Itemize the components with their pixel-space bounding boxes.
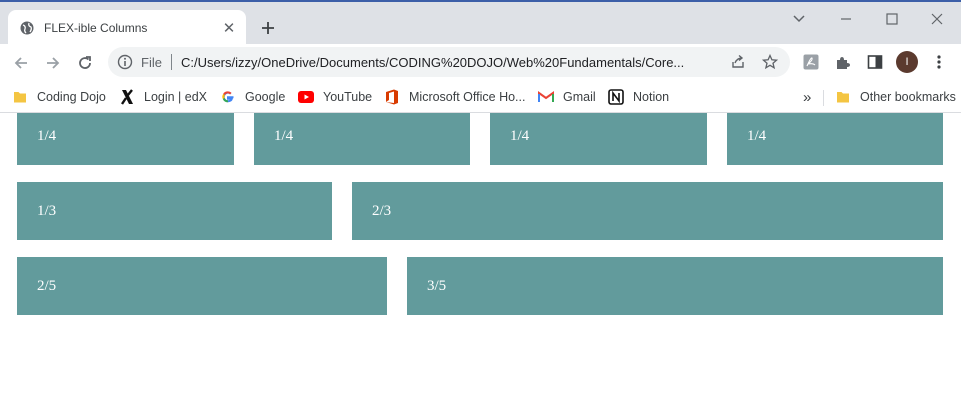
browser-toolbar: File C:/Users/izzy/OneDrive/Documents/CO…: [0, 44, 961, 81]
more-menu-icon[interactable]: [930, 53, 948, 71]
bookmark-microsoft-office[interactable]: Microsoft Office Ho...: [384, 87, 525, 107]
minimize-button[interactable]: [832, 8, 860, 30]
bookmark-label: Microsoft Office Ho...: [409, 90, 526, 104]
office-icon: [384, 89, 400, 105]
close-window-button[interactable]: [923, 8, 951, 30]
bookmark-login-edx[interactable]: Login | edX: [119, 87, 207, 107]
google-icon: [220, 89, 236, 105]
bookmark-coding-dojo[interactable]: Coding Dojo: [12, 87, 106, 107]
info-icon[interactable]: [117, 54, 133, 70]
tab-search-chevron-down-icon[interactable]: [785, 8, 813, 30]
share-icon[interactable]: [730, 54, 746, 70]
address-bar[interactable]: File C:/Users/izzy/OneDrive/Documents/CO…: [108, 47, 790, 77]
column-quarter: 1/4: [254, 113, 470, 165]
pdf-extension-icon[interactable]: [802, 53, 820, 71]
globe-icon: [20, 21, 34, 35]
bookmark-youtube[interactable]: YouTube: [298, 87, 372, 107]
extensions-puzzle-icon[interactable]: [834, 53, 852, 71]
gmail-icon: [538, 89, 554, 105]
bookmark-label: Google: [245, 90, 286, 104]
url-text[interactable]: C:/Users/izzy/OneDrive/Documents/CODING%…: [181, 55, 715, 70]
edx-icon: [119, 89, 135, 105]
tab-title: FLEX-ible Columns: [44, 21, 148, 35]
bookmarks-divider: [823, 90, 824, 106]
address-divider: [170, 54, 172, 70]
bookmark-star-icon[interactable]: [762, 54, 778, 70]
reload-button[interactable]: [73, 51, 97, 75]
profile-avatar[interactable]: I: [896, 51, 918, 73]
bookmark-label: Coding Dojo: [37, 90, 106, 104]
forward-button[interactable]: [41, 51, 65, 75]
column-three-fifths: 3/5: [407, 257, 943, 315]
bookmarks-overflow-button[interactable]: »: [803, 87, 811, 107]
bookmark-gmail[interactable]: Gmail: [538, 87, 596, 107]
bookmark-label: Other bookmarks: [860, 90, 956, 104]
column-quarter: 1/4: [17, 113, 234, 165]
bookmark-other-bookmarks[interactable]: Other bookmarks: [835, 87, 956, 107]
close-tab-icon[interactable]: ✕: [220, 19, 238, 37]
browser-tab[interactable]: FLEX-ible Columns ✕: [8, 10, 246, 46]
back-button[interactable]: [9, 51, 33, 75]
side-panel-icon[interactable]: [866, 53, 884, 71]
tab-strip: FLEX-ible Columns ✕: [0, 0, 961, 46]
page-content: 1/4 1/4 1/4 1/4 1/3 2/3 2/5 3/5: [0, 113, 961, 420]
folder-icon: [835, 89, 851, 105]
youtube-icon: [298, 89, 314, 105]
column-quarter: 1/4: [490, 113, 707, 165]
url-scheme-label: File: [141, 54, 162, 70]
bookmark-label: YouTube: [323, 90, 373, 104]
folder-icon: [12, 89, 28, 105]
column-two-fifths: 2/5: [17, 257, 387, 315]
column-one-third: 1/3: [17, 182, 332, 240]
maximize-button[interactable]: [878, 8, 906, 30]
column-quarter: 1/4: [727, 113, 943, 165]
bookmark-label: Login | edX: [144, 90, 208, 104]
bookmark-label: Gmail: [563, 90, 596, 104]
bookmarks-bar: Coding Dojo Login | edX Google YouTube M…: [0, 81, 961, 113]
bookmark-label: Notion: [633, 90, 670, 104]
notion-icon: [608, 89, 624, 105]
bookmark-google[interactable]: Google: [220, 87, 285, 107]
new-tab-button[interactable]: [257, 17, 279, 39]
column-two-thirds: 2/3: [352, 182, 943, 240]
bookmark-notion[interactable]: Notion: [608, 87, 669, 107]
